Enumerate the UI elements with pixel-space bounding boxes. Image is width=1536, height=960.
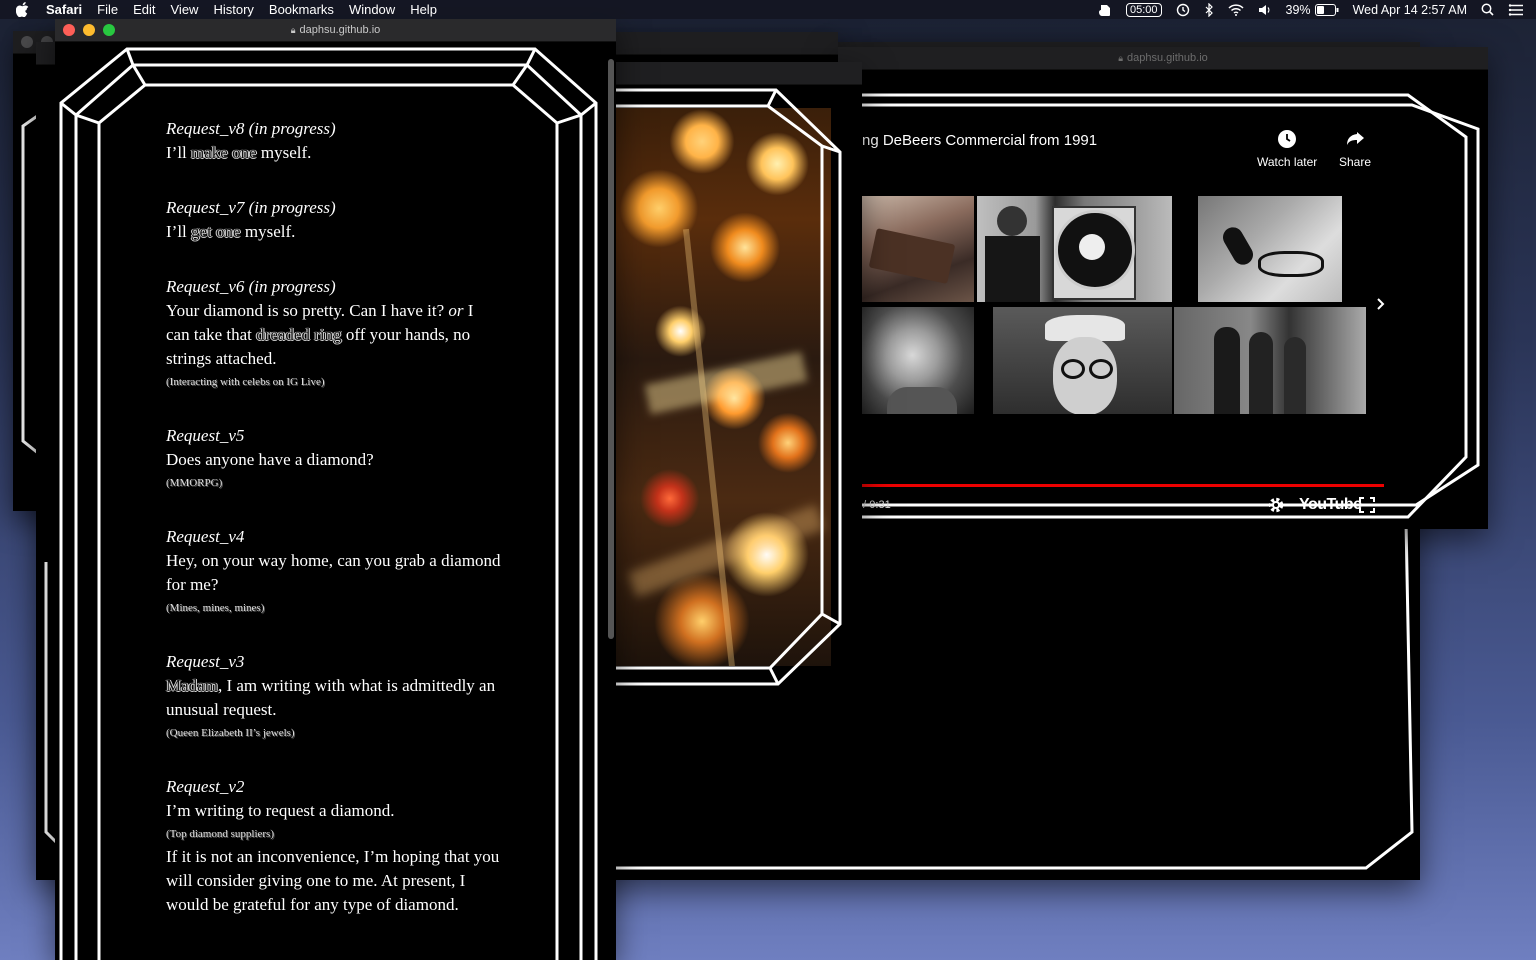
share-icon — [1347, 132, 1365, 145]
related-video-thumbnail[interactable] — [862, 307, 974, 414]
ghost-text: dreaded ring — [256, 325, 342, 344]
video-title[interactable]: ng DeBeers Commercial from 1991 — [862, 132, 1097, 149]
menu-view[interactable]: View — [171, 2, 199, 17]
request-body: Hey, on your way home, can you grab a di… — [166, 549, 501, 597]
body-text: Does anyone have a diamond? — [166, 450, 374, 469]
ghost-text: make one — [191, 143, 257, 162]
body-text: Your diamond is so pretty. Can I have it… — [166, 301, 449, 320]
request-entry: Request_v3 Madam, I am writing with what … — [166, 650, 501, 744]
request-heading: Request_v3 — [166, 652, 245, 671]
request-note: (Mines, mines, mines) — [166, 602, 265, 614]
browser-window-video[interactable]: 🔒︎ daphsu.github.io ng DeBeers Commercia… — [838, 47, 1488, 529]
request-heading: Request_v5 — [166, 426, 245, 445]
menu-edit[interactable]: Edit — [133, 2, 155, 17]
battery-status[interactable]: 39% — [1286, 3, 1339, 17]
wifi-icon[interactable] — [1228, 3, 1244, 16]
request-heading: Request_v7 (in progress) — [166, 198, 336, 217]
share-button[interactable]: Share — [1339, 129, 1371, 169]
request-body: Does anyone have a diamond? — [166, 448, 501, 472]
request-entry: Request_v7 (in progress) I’ll get one mys… — [166, 196, 501, 244]
menu-help[interactable]: Help — [410, 2, 437, 17]
body-text: I’ll — [166, 222, 192, 241]
browser-window-city-image[interactable] — [606, 62, 862, 698]
browser-window-front[interactable]: 🔒︎ daphsu.github.io Request_v8 (in progr… — [55, 19, 616, 960]
control-center-icon[interactable] — [1508, 3, 1524, 16]
request-heading: Request_v6 (in progress) — [166, 277, 336, 296]
evernote-icon[interactable] — [1098, 3, 1112, 17]
fullscreen-icon[interactable] — [1359, 497, 1375, 518]
related-video-thumbnail[interactable] — [1174, 307, 1366, 414]
menu-file[interactable]: File — [97, 2, 118, 17]
ghost-text: get one — [191, 222, 241, 241]
time-machine-icon[interactable] — [1176, 3, 1190, 17]
gear-icon[interactable] — [1267, 496, 1285, 519]
request-note: (Top diamond suppliers) — [166, 828, 274, 840]
datetime[interactable]: Wed Apr 14 2:57 AM — [1353, 3, 1467, 17]
body-text: I’m writing to request a diamond. — [166, 801, 395, 820]
body-text: Hey, on your way home, can you grab a di… — [166, 551, 501, 594]
watch-later-button[interactable]: Watch later — [1257, 129, 1317, 169]
scrollbar[interactable] — [608, 59, 614, 639]
request-entry: Request_v2 I’m writing to request a diamo… — [166, 775, 501, 917]
request-heading: Request_v2 — [166, 777, 245, 796]
request-body: I’ll get one myself. — [166, 220, 501, 244]
chevron-right-icon[interactable] — [1376, 297, 1386, 316]
request-body: I’m writing to request a diamond. — [166, 799, 501, 823]
request-entry: Request_v4 Hey, on your way home, can you… — [166, 525, 501, 619]
volume-icon[interactable] — [1258, 4, 1272, 16]
menu-window[interactable]: Window — [349, 2, 395, 17]
request-heading: Request_v4 — [166, 527, 245, 546]
request-note: (Interacting with celebs on IG Live) — [166, 376, 325, 388]
bluetooth-icon[interactable] — [1204, 2, 1214, 17]
battery-icon — [1314, 3, 1339, 16]
clock-icon — [1278, 130, 1297, 148]
youtube-logo[interactable]: YouTube — [1299, 496, 1362, 514]
related-video-thumbnail[interactable] — [1198, 196, 1342, 302]
youtube-embed[interactable]: ng DeBeers Commercial from 1991 Watch la… — [854, 47, 1442, 529]
body-text: myself. — [256, 143, 312, 162]
menu-bookmarks[interactable]: Bookmarks — [269, 2, 334, 17]
request-entry: Request_v5 Does anyone have a diamond? (MM… — [166, 424, 501, 494]
body-text: myself. — [240, 222, 296, 241]
request-extra-text: If it is not an inconvenience, I’m hopin… — [166, 847, 500, 914]
spotlight-search-icon[interactable] — [1481, 3, 1494, 16]
watch-later-label: Watch later — [1257, 155, 1318, 169]
timer-status[interactable]: 05:00 — [1126, 2, 1162, 17]
ghost-text: Madam — [166, 676, 218, 695]
request-entry: Request_v8 (in progress) I’ll make one my… — [166, 117, 501, 165]
body-text: or — [448, 301, 464, 320]
related-video-thumbnail[interactable] — [977, 196, 1172, 302]
related-video-thumbnail[interactable] — [993, 307, 1172, 414]
apple-icon[interactable] — [16, 2, 32, 18]
menu-bar: Safari File Edit View History Bookmarks … — [0, 0, 1536, 19]
battery-percent: 39% — [1285, 2, 1311, 17]
request-heading: Request_v8 (in progress) — [166, 119, 336, 138]
related-video-thumbnail[interactable] — [862, 196, 974, 302]
request-note: (MMORPG) — [166, 477, 223, 489]
request-entry: Request_v6 (in progress) Your diamond is … — [166, 275, 501, 393]
request-body: Your diamond is so pretty. Can I have it… — [166, 299, 501, 371]
menu-history[interactable]: History — [213, 2, 253, 17]
video-progress-bar[interactable] — [862, 484, 1384, 487]
window-titlebar[interactable] — [610, 32, 838, 55]
request-note: (Queen Elizabeth II’s jewels) — [166, 727, 295, 739]
request-body: Madam, I am writing with what is admitte… — [166, 674, 501, 722]
share-label: Share — [1339, 155, 1372, 169]
body-text: I’ll — [166, 143, 192, 162]
request-list: Request_v8 (in progress) I’ll make one my… — [166, 117, 501, 948]
gem-frame-decoration — [606, 88, 842, 686]
request-body: I’ll make one myself. — [166, 141, 501, 165]
menu-app-safari[interactable]: Safari — [46, 2, 82, 17]
